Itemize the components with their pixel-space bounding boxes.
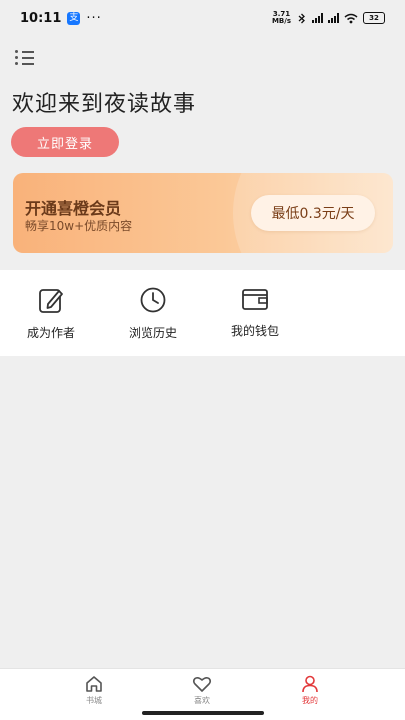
- shortcut-label: 我的钱包: [230, 324, 279, 338]
- battery-icon: 32: [363, 12, 385, 24]
- browse-history-button[interactable]: 浏览历史: [113, 286, 193, 341]
- status-bar: 10:11 支 ··· 3.71 MB/s 32: [0, 0, 405, 36]
- signal-icon: [312, 13, 323, 23]
- nav-item-mine[interactable]: 我的: [280, 674, 340, 706]
- shortcut-label: 浏览历史: [128, 326, 177, 340]
- status-right: 3.71 MB/s 32: [272, 11, 385, 25]
- edit-icon: [39, 289, 63, 313]
- nav-item-favorites[interactable]: 喜欢: [172, 674, 232, 706]
- vip-subtitle: 畅享10w+优质内容: [25, 219, 133, 233]
- status-left: 10:11 支 ···: [20, 11, 102, 26]
- bluetooth-icon: [298, 13, 305, 23]
- heart-icon: [192, 676, 212, 692]
- vip-banner[interactable]: 开通喜橙会员 畅享10w+优质内容 最低0.3元/天: [13, 173, 393, 253]
- signal-icon-2: [328, 13, 339, 23]
- home-icon: [86, 676, 102, 692]
- shortcut-panel: 成为作者 浏览历史 我的钱包: [0, 270, 405, 356]
- alipay-icon: 支: [67, 11, 81, 25]
- network-speed: 3.71 MB/s: [272, 11, 291, 25]
- vip-title: 开通喜橙会员: [25, 199, 122, 218]
- home-indicator[interactable]: [142, 711, 264, 715]
- vip-price-button[interactable]: 最低0.3元/天: [251, 195, 375, 231]
- welcome-title: 欢迎来到夜读故事: [12, 92, 197, 117]
- wifi-icon: [344, 13, 358, 23]
- nav-label: 我的: [302, 696, 318, 705]
- user-icon: [302, 675, 318, 693]
- nav-label: 喜欢: [194, 696, 210, 705]
- clock-icon: [140, 287, 166, 313]
- status-time: 10:11: [20, 10, 62, 26]
- network-speed-unit: MB/s: [271, 17, 291, 25]
- more-notifications-icon: ···: [86, 10, 102, 26]
- my-wallet-button[interactable]: 我的钱包: [215, 286, 295, 339]
- login-button[interactable]: 立即登录: [11, 127, 119, 157]
- shortcut-label: 成为作者: [26, 326, 75, 340]
- become-author-button[interactable]: 成为作者: [11, 286, 91, 341]
- nav-label: 书城: [86, 696, 102, 705]
- list-menu-icon[interactable]: [15, 48, 35, 66]
- nav-item-bookstore[interactable]: 书城: [64, 674, 124, 706]
- wallet-icon: [242, 289, 268, 310]
